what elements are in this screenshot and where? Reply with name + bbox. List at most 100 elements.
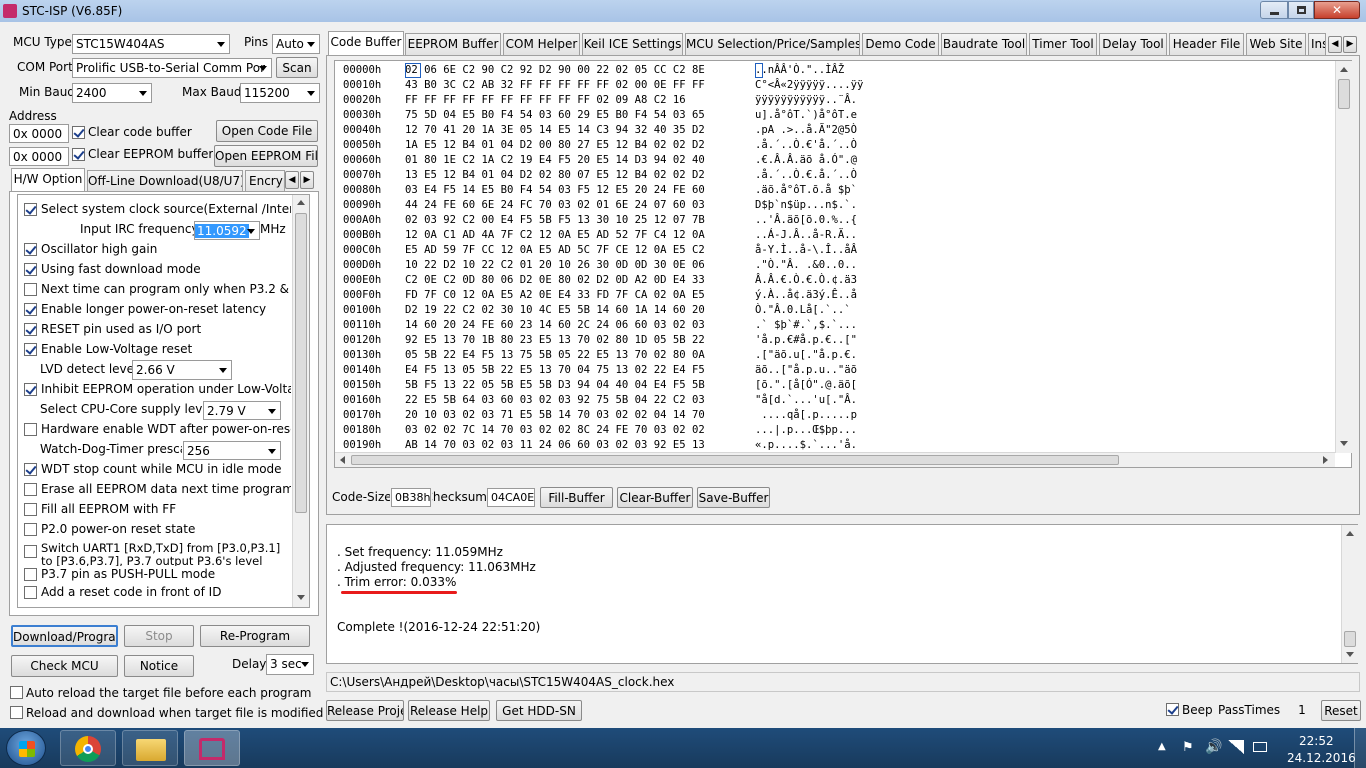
option-reset-io[interactable]: RESET pin used as I/O port	[24, 321, 294, 339]
reset-button[interactable]: Reset	[1321, 700, 1361, 721]
option-osc-gain[interactable]: Oscillator high gain	[24, 241, 294, 259]
scan-button[interactable]: Scan	[276, 57, 318, 78]
save-buffer-button[interactable]: Save-Buffer	[697, 487, 770, 508]
clear-code-checkbox[interactable]	[72, 126, 85, 139]
clear-eeprom-checkbox[interactable]	[72, 148, 85, 161]
check-mcu-button[interactable]: Check MCU	[11, 655, 118, 677]
lvd-level-select[interactable]: 2.66 V	[132, 360, 232, 380]
tab-header-file[interactable]: Header File	[1169, 33, 1244, 55]
taskbar-chrome[interactable]	[60, 730, 116, 766]
hex-vertical-scrollbar[interactable]	[1335, 61, 1352, 453]
option-erase-eeprom[interactable]: Erase all EEPROM data next time program …	[24, 481, 294, 499]
network-icon[interactable]	[1228, 740, 1244, 754]
option-checkbox[interactable]	[24, 568, 37, 581]
stop-button[interactable]: Stop	[124, 625, 194, 647]
target-file-path[interactable]: C:\Users\Андрей\Desktop\часы\STC15W404AS…	[326, 672, 1360, 692]
wdt-prescale-select[interactable]: 256	[183, 441, 281, 460]
fill-buffer-button[interactable]: Fill-Buffer	[540, 487, 613, 508]
tab-mcu-selection[interactable]: MCU Selection/Price/Samples	[685, 33, 860, 55]
get-hdd-sn-button[interactable]: Get HDD-SN	[496, 700, 582, 721]
cpu-supply-select[interactable]: 2.79 V	[203, 401, 281, 420]
option-fill-eeprom[interactable]: Fill all EEPROM with FF	[24, 501, 294, 519]
tab-keil-ice[interactable]: Keil ICE Settings	[582, 33, 683, 55]
beep-checkbox[interactable]	[1166, 703, 1179, 716]
scrollbar-thumb[interactable]	[1338, 79, 1350, 109]
tab-eeprom-buffer[interactable]: EEPROM Buffer	[405, 33, 501, 55]
tab-scroll-left[interactable]: ◀	[1328, 36, 1342, 53]
option-low-voltage-reset[interactable]: Enable Low-Voltage reset	[24, 341, 294, 359]
taskbar-explorer[interactable]	[122, 730, 178, 766]
re-program-button[interactable]: Re-Program	[200, 625, 310, 647]
tab-encryption[interactable]: Encryp	[245, 170, 285, 192]
com-port-select[interactable]: Prolific USB-to-Serial Comm Por	[72, 58, 272, 78]
log-output[interactable]: . Set frequency: 11.059MHz . Adjusted fr…	[326, 524, 1358, 664]
option-checkbox[interactable]	[24, 283, 37, 296]
option-clock-source[interactable]: Select system clock source(External /Int…	[24, 201, 294, 219]
option-switch-uart[interactable]: Switch UART1 [RxD,TxD] from [P3.0,P3.1] …	[24, 541, 294, 566]
option-checkbox[interactable]	[24, 545, 37, 558]
mcu-type-select[interactable]: STC15W404AS	[72, 34, 230, 54]
code-address-input[interactable]: 0x 0000	[9, 124, 69, 143]
scrollbar-thumb[interactable]	[1344, 631, 1356, 647]
action-center-flag-icon[interactable]: ⚑	[1182, 740, 1194, 755]
download-program-button[interactable]: Download/Program	[11, 625, 118, 647]
option-checkbox[interactable]	[24, 423, 37, 436]
tab-code-buffer[interactable]: Code Buffer	[328, 31, 404, 56]
delay-select[interactable]: 3 sec	[266, 654, 314, 675]
option-reset-code[interactable]: Add a reset code in front of ID	[24, 584, 294, 602]
notice-button[interactable]: Notice	[124, 655, 194, 677]
min-baud-select[interactable]: 2400	[72, 83, 152, 103]
open-eeprom-file-button[interactable]: Open EEPROM File	[214, 145, 318, 167]
options-scrollbar[interactable]	[292, 195, 309, 607]
tab-com-helper[interactable]: COM Helper	[503, 33, 580, 55]
option-fast-download[interactable]: Using fast download mode	[24, 261, 294, 279]
option-checkbox[interactable]	[24, 586, 37, 599]
tab-hw-option[interactable]: H/W Option	[11, 168, 85, 192]
auto-reload-checkbox[interactable]	[10, 686, 23, 699]
option-checkbox[interactable]	[24, 383, 37, 396]
option-wdt-idle[interactable]: WDT stop count while MCU in idle mode	[24, 461, 294, 479]
keyboard-layout-icon[interactable]	[1253, 742, 1267, 752]
option-checkbox[interactable]	[24, 483, 37, 496]
tab-delay-tool[interactable]: Delay Tool	[1099, 33, 1167, 55]
tab-baudrate-tool[interactable]: Baudrate Tool	[941, 33, 1027, 55]
option-p20-reset[interactable]: P2.0 power-on reset state	[24, 521, 294, 539]
option-checkbox[interactable]	[24, 263, 37, 276]
release-help-button[interactable]: Release Help	[408, 700, 490, 721]
tab-timer-tool[interactable]: Timer Tool	[1029, 33, 1097, 55]
option-checkbox[interactable]	[24, 343, 37, 356]
reload-modified-checkbox[interactable]	[10, 706, 23, 719]
eeprom-address-input[interactable]: 0x 0000	[9, 147, 69, 166]
start-button[interactable]	[6, 730, 46, 766]
option-hw-wdt[interactable]: Hardware enable WDT after power-on-reset	[24, 421, 294, 439]
left-tab-scroll-left[interactable]: ◀	[285, 171, 299, 189]
hex-editor[interactable]: 00000h 02 06 6E C2 90 C2 92 D2 90 00 22 0…	[334, 60, 1352, 468]
show-desktop-button[interactable]	[1354, 728, 1366, 768]
open-code-file-button[interactable]: Open Code File	[216, 120, 318, 142]
option-longer-reset[interactable]: Enable longer power-on-reset latency	[24, 301, 294, 319]
volume-icon[interactable]: 🔊	[1205, 739, 1222, 755]
option-next-time-p32[interactable]: Next time can program only when P3.2 & P…	[24, 281, 294, 299]
option-checkbox[interactable]	[24, 463, 37, 476]
release-project-button[interactable]: Release Project	[326, 700, 404, 721]
scrollbar-thumb[interactable]	[295, 213, 307, 513]
option-checkbox[interactable]	[24, 523, 37, 536]
hex-horizontal-scrollbar[interactable]	[335, 452, 1335, 467]
tray-show-hidden-icon[interactable]: ▲	[1158, 741, 1166, 752]
tab-instructions[interactable]: Ins	[1308, 33, 1326, 55]
option-inhibit-eeprom[interactable]: Inhibit EEPROM operation under Low-Volta…	[24, 381, 294, 399]
clear-buffer-button[interactable]: Clear-Buffer	[617, 487, 693, 508]
option-checkbox[interactable]	[24, 203, 37, 216]
log-scrollbar[interactable]	[1341, 525, 1358, 663]
option-checkbox[interactable]	[24, 503, 37, 516]
left-tab-scroll-right[interactable]: ▶	[300, 171, 314, 189]
max-baud-select[interactable]: 115200	[240, 83, 320, 103]
tab-scroll-right[interactable]: ▶	[1343, 36, 1357, 53]
tab-offline-download[interactable]: Off-Line Download(U8/U7)	[87, 170, 243, 192]
option-checkbox[interactable]	[24, 303, 37, 316]
option-p37-pushpull[interactable]: P3.7 pin as PUSH-PULL mode	[24, 566, 294, 584]
option-checkbox[interactable]	[24, 243, 37, 256]
pins-select[interactable]: Auto	[272, 34, 320, 54]
scrollbar-thumb[interactable]	[351, 455, 1119, 465]
tab-demo-code[interactable]: Demo Code	[862, 33, 939, 55]
